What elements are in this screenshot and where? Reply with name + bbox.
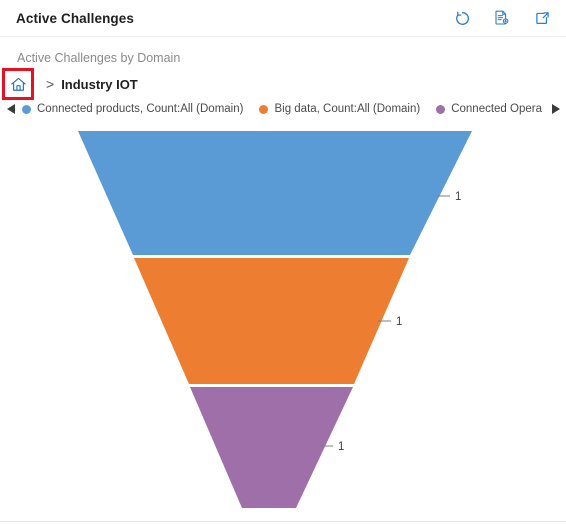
legend-items: Connected products, Count:All (Domain) B…	[22, 103, 544, 115]
funnel-segment-connected-opera[interactable]	[190, 387, 353, 508]
legend-swatch-icon	[436, 104, 446, 114]
legend-item-big-data[interactable]: Big data, Count:All (Domain)	[259, 103, 420, 115]
widget-header: Active Challenges	[0, 0, 566, 37]
data-label-big-data: 1	[396, 316, 402, 328]
chart-subtitle: Active Challenges by Domain	[17, 51, 181, 65]
data-label-connected-opera: 1	[338, 441, 344, 453]
legend-prev-arrow-icon[interactable]	[0, 100, 22, 118]
breadcrumb-current[interactable]: Industry IOT	[61, 77, 138, 92]
export-icon[interactable]	[492, 8, 512, 28]
chart-legend: Connected products, Count:All (Domain) B…	[0, 100, 566, 118]
home-button-highlight	[2, 68, 34, 100]
legend-item-label: Big data, Count:All (Domain)	[274, 103, 421, 115]
breadcrumb-separator-icon: >	[46, 76, 55, 92]
header-actions	[452, 8, 552, 28]
refresh-icon[interactable]	[452, 8, 472, 28]
legend-item-connected-opera[interactable]: Connected Opera	[436, 103, 542, 115]
page-title: Active Challenges	[16, 10, 134, 26]
legend-item-connected-products[interactable]: Connected products, Count:All (Domain)	[22, 103, 243, 115]
funnel-chart-plot: 1 1 1	[0, 122, 566, 520]
legend-swatch-icon	[259, 104, 269, 114]
data-label-connected-products: 1	[455, 191, 461, 203]
legend-item-label: Connected products, Count:All (Domain)	[37, 103, 244, 115]
funnel-segment-big-data[interactable]	[134, 258, 409, 384]
popout-icon[interactable]	[532, 8, 552, 28]
home-icon[interactable]	[8, 74, 28, 94]
breadcrumb: > Industry IOT	[2, 68, 138, 100]
legend-item-label: Connected Opera	[451, 103, 542, 115]
bottom-divider	[0, 521, 566, 522]
funnel-segment-connected-products[interactable]	[78, 131, 472, 255]
active-challenges-widget: Active Challenges Active Challenges by D…	[0, 0, 566, 524]
legend-next-arrow-icon[interactable]	[544, 100, 566, 118]
legend-swatch-icon	[22, 104, 31, 114]
